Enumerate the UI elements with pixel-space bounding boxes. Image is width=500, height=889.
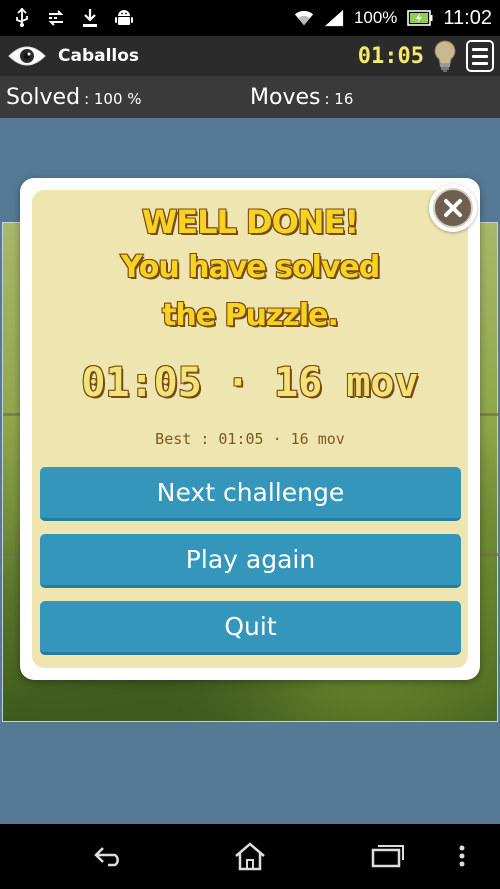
menu-bar: [472, 47, 488, 51]
stats-row: Solved : 100 % Moves : 16: [0, 76, 500, 118]
android-icon: [114, 8, 134, 28]
back-icon[interactable]: [90, 838, 130, 874]
nav-bar: [0, 824, 500, 889]
well-done-title: WELL DONE!: [141, 202, 360, 242]
status-bar: 100% 11:02: [0, 0, 500, 36]
menu-bar: [472, 61, 488, 65]
solved-value: : 100 %: [84, 89, 142, 108]
menu-bar: [472, 54, 488, 58]
status-right: 100% 11:02: [294, 7, 492, 30]
menu-icon[interactable]: [466, 40, 494, 72]
moves-stat: Moves : 16: [250, 85, 353, 110]
status-left: [12, 8, 134, 28]
quit-button[interactable]: Quit: [40, 601, 461, 655]
sync-icon: [46, 8, 66, 28]
game-timer: 01:05: [357, 43, 424, 69]
moves-label: Moves: [250, 84, 321, 110]
app-header: Caballos 01:05: [0, 36, 500, 76]
download-icon: [80, 8, 100, 28]
solved-message-line2: the Puzzle.: [161, 297, 340, 334]
solved-stat: Solved : 100 %: [6, 85, 142, 110]
signal-icon: [324, 8, 344, 28]
moves-value: : 16: [324, 89, 354, 108]
battery-icon: [407, 8, 433, 28]
result-score: 01:05 · 16 mov: [80, 359, 419, 407]
screen: 100% 11:02 Caballos 01:05 Solved : 100 %: [0, 0, 500, 889]
solved-label: Solved: [6, 84, 81, 110]
lightbulb-icon[interactable]: [430, 39, 460, 73]
battery-percent: 100%: [353, 8, 398, 27]
next-challenge-button[interactable]: Next challenge: [40, 467, 461, 521]
solved-message-line1: You have solved: [120, 249, 381, 286]
eye-icon[interactable]: [6, 42, 48, 70]
home-icon[interactable]: [230, 838, 270, 874]
best-score: Best : 01:05 · 16 mov: [155, 430, 345, 448]
overflow-icon[interactable]: [452, 838, 472, 874]
usb-icon: [12, 8, 32, 28]
clock: 11:02: [443, 6, 492, 29]
play-again-button[interactable]: Play again: [40, 534, 461, 588]
app-title: Caballos: [58, 46, 140, 66]
recents-icon[interactable]: [368, 838, 408, 874]
wifi-icon: [294, 8, 314, 28]
